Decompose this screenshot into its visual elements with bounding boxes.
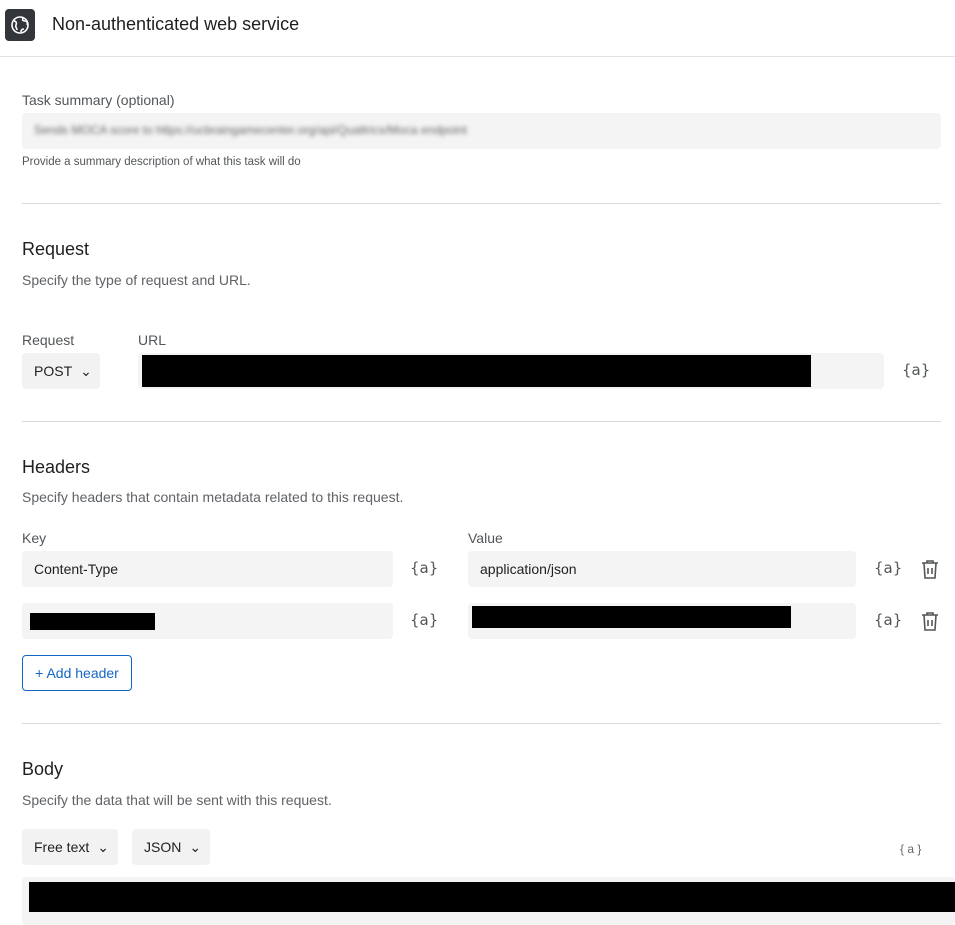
task-summary-input[interactable]: Sends MOCA score to https://ucbraingamec… xyxy=(22,113,941,149)
body-heading: Body xyxy=(22,759,64,779)
header-value-input[interactable]: application/json xyxy=(468,551,856,587)
page-title: Non-authenticated web service xyxy=(52,14,300,34)
divider xyxy=(22,203,941,204)
piped-text-value-button[interactable]: {a} xyxy=(874,611,902,629)
url-input[interactable] xyxy=(138,353,884,389)
divider xyxy=(22,723,941,724)
header-key-input[interactable]: Content-Type xyxy=(22,551,393,587)
body-format-value: Free text xyxy=(34,839,90,855)
trash-icon[interactable] xyxy=(921,611,939,636)
piped-text-url-button[interactable]: {a} xyxy=(902,361,930,379)
headers-heading: Headers xyxy=(22,457,91,477)
add-header-button[interactable]: + Add header xyxy=(22,655,132,691)
request-subtitle: Specify the type of request and URL. xyxy=(22,272,251,288)
request-heading: Request xyxy=(22,239,90,259)
globe-icon xyxy=(5,9,35,41)
chevron-down-icon: ⌄ xyxy=(97,838,109,855)
piped-text-key-button[interactable]: {a} xyxy=(410,559,438,577)
headers-subtitle: Specify headers that contain metadata re… xyxy=(22,489,404,505)
method-dropdown[interactable]: POST ⌄ xyxy=(22,353,100,389)
redacted-value xyxy=(472,606,791,628)
redacted-key xyxy=(30,613,155,630)
chevron-down-icon: ⌄ xyxy=(80,362,92,379)
piped-text-body-button[interactable]: { a } xyxy=(900,842,921,856)
redacted-body xyxy=(29,882,955,912)
url-label: URL xyxy=(138,332,167,348)
body-format-dropdown[interactable]: Free text ⌄ xyxy=(22,829,118,865)
body-type-dropdown[interactable]: JSON ⌄ xyxy=(132,829,210,865)
header-value-input[interactable] xyxy=(468,603,856,639)
value-label: Value xyxy=(468,530,503,546)
task-summary-label: Task summary (optional) xyxy=(22,92,175,108)
task-summary-value: Sends MOCA score to https://ucbraingamec… xyxy=(34,123,467,137)
body-subtitle: Specify the data that will be sent with … xyxy=(22,792,332,808)
trash-icon[interactable] xyxy=(921,559,939,584)
method-value: POST xyxy=(34,363,73,379)
method-label: Request xyxy=(22,332,75,348)
redacted-url xyxy=(142,355,811,387)
body-type-value: JSON xyxy=(144,839,182,855)
divider xyxy=(22,421,941,422)
piped-text-key-button[interactable]: {a} xyxy=(410,611,438,629)
header-key-input[interactable] xyxy=(22,603,393,639)
piped-text-value-button[interactable]: {a} xyxy=(874,559,902,577)
body-textarea[interactable] xyxy=(22,877,955,925)
chevron-down-icon: ⌄ xyxy=(189,838,202,855)
task-summary-help: Provide a summary description of what th… xyxy=(22,156,301,168)
key-label: Key xyxy=(22,530,47,546)
